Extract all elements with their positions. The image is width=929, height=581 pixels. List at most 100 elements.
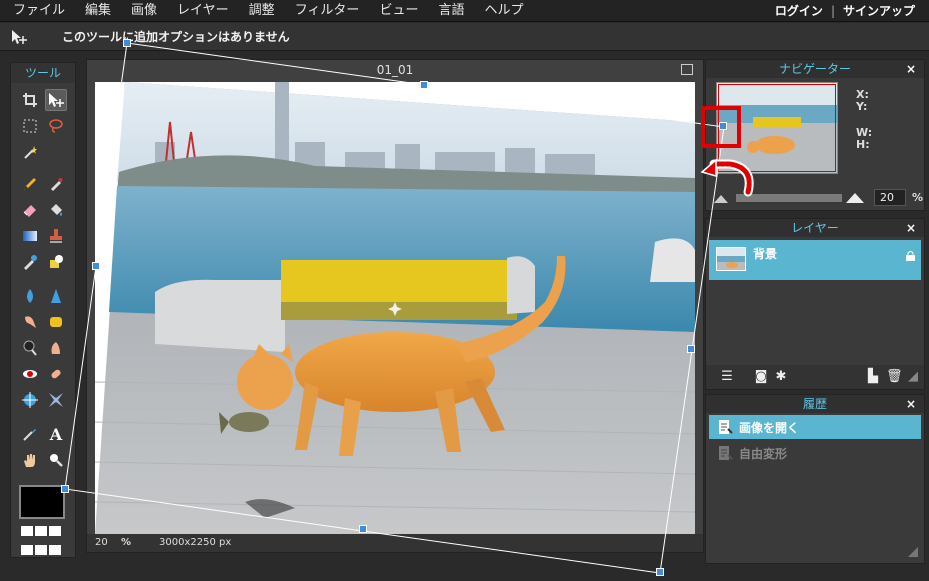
new-layer-icon[interactable]: ▙ bbox=[866, 370, 880, 384]
type-tool-icon[interactable]: A bbox=[45, 423, 67, 445]
login-link[interactable]: ログイン bbox=[771, 0, 827, 22]
layer-thumbnail bbox=[716, 247, 746, 271]
options-message: このツールに追加オプションはありません bbox=[62, 30, 290, 44]
signup-link[interactable]: サインアップ bbox=[839, 0, 919, 22]
menu-language[interactable]: 言語 bbox=[428, 0, 474, 22]
burn-tool-icon[interactable] bbox=[45, 337, 67, 359]
quick-color-grid[interactable] bbox=[21, 523, 67, 561]
menu-image[interactable]: 画像 bbox=[121, 0, 167, 22]
resize-grip-icon[interactable]: ◢ bbox=[906, 370, 920, 384]
dodge-tool-icon[interactable] bbox=[19, 337, 41, 359]
zoom-out-mountain-icon[interactable] bbox=[714, 193, 728, 203]
restore-icon[interactable] bbox=[681, 64, 693, 75]
zoom-in-mountain-icon[interactable] bbox=[846, 191, 864, 203]
transform-handle-bottom-right[interactable] bbox=[656, 568, 664, 576]
menu-filter[interactable]: フィルター bbox=[285, 0, 370, 22]
history-close-icon[interactable]: × bbox=[906, 395, 916, 413]
layers-title: レイヤー bbox=[791, 221, 839, 235]
menu-adjust[interactable]: 調整 bbox=[239, 0, 285, 22]
menu-help[interactable]: ヘルプ bbox=[474, 0, 533, 22]
brush-tool-icon[interactable] bbox=[45, 173, 67, 195]
navigator-panel: ナビゲーター × X: Y: W: H: 20 % bbox=[705, 59, 925, 211]
drawing-tool-icon[interactable] bbox=[45, 251, 67, 273]
marquee-tool-icon[interactable] bbox=[19, 115, 41, 137]
eraser-tool-icon[interactable] bbox=[19, 199, 41, 221]
document-title: 01_01 bbox=[376, 63, 414, 77]
transform-center-icon[interactable] bbox=[388, 302, 402, 316]
gradient-tool-icon[interactable] bbox=[19, 225, 41, 247]
transform-handle-top-left[interactable] bbox=[123, 39, 131, 47]
layer-style-icon[interactable]: ✱ bbox=[774, 370, 788, 384]
resize-grip-icon[interactable] bbox=[908, 547, 918, 557]
status-zoom-value[interactable]: 20 bbox=[95, 537, 108, 548]
navigator-panel-header: ナビゲーター × bbox=[706, 60, 924, 78]
history-document-icon bbox=[719, 446, 733, 460]
transform-handle-bottom-mid[interactable] bbox=[359, 525, 367, 533]
color-replace-tool-icon[interactable] bbox=[19, 251, 41, 273]
smudge-tool-icon[interactable] bbox=[19, 311, 41, 333]
navigator-close-icon[interactable]: × bbox=[906, 60, 916, 78]
account-separator: | bbox=[830, 4, 835, 18]
sharpen-tool-icon[interactable] bbox=[45, 285, 67, 307]
tools-panel: ツール A bbox=[10, 62, 76, 558]
navigator-zoom-unit: % bbox=[912, 191, 924, 204]
nav-y-label: Y: bbox=[856, 100, 868, 113]
tools-panel-title: ツール bbox=[11, 63, 75, 83]
history-item-label: 画像を開く bbox=[739, 421, 800, 435]
navigator-zoom-input[interactable]: 20 bbox=[874, 189, 906, 206]
navigator-zoom-row: 20 % bbox=[714, 188, 923, 206]
move-tool-icon[interactable] bbox=[45, 89, 67, 111]
red-eye-tool-icon[interactable] bbox=[19, 363, 41, 385]
lasso-tool-icon[interactable] bbox=[45, 115, 67, 137]
magic-wand-tool-icon[interactable] bbox=[19, 141, 41, 163]
menu-edit[interactable]: 編集 bbox=[75, 0, 121, 22]
layers-panel-header: レイヤー × bbox=[706, 219, 924, 237]
transform-handle-mid-left[interactable] bbox=[92, 262, 100, 270]
zoom-tool-icon[interactable] bbox=[45, 449, 67, 471]
delete-layer-icon[interactable]: 🗑 bbox=[886, 370, 903, 384]
blur-tool-icon[interactable] bbox=[19, 285, 41, 307]
layer-mask-icon[interactable]: ◙ bbox=[754, 370, 768, 384]
pencil-tool-icon[interactable] bbox=[19, 173, 41, 195]
transform-handle-top-mid[interactable] bbox=[420, 81, 428, 89]
foreground-color-swatch[interactable] bbox=[19, 485, 65, 519]
hand-tool-icon[interactable] bbox=[19, 449, 41, 471]
history-panel: 履歴 × 画像を開く 自由変形 bbox=[705, 394, 925, 564]
navigator-zoom-slider[interactable] bbox=[736, 194, 842, 202]
layers-footer: ☰ ◙ ✱ ▙ 🗑 ◢ bbox=[706, 365, 924, 389]
transform-handle-mid-right[interactable] bbox=[687, 345, 695, 353]
status-zoom-unit: % bbox=[121, 537, 132, 548]
transform-handle-top-right[interactable] bbox=[719, 122, 727, 130]
document-status-bar: 20 % 3000x2250 px bbox=[87, 534, 703, 552]
history-item-label: 自由変形 bbox=[739, 447, 788, 461]
menu-file[interactable]: ファイル bbox=[0, 0, 75, 22]
pinch-tool-icon[interactable] bbox=[45, 389, 67, 411]
nav-h-label: H: bbox=[856, 138, 870, 151]
bloat-tool-icon[interactable] bbox=[19, 389, 41, 411]
layer-row-background[interactable]: 背景 bbox=[709, 240, 921, 280]
navigator-view-box[interactable] bbox=[718, 84, 836, 172]
color-picker-tool-icon[interactable] bbox=[19, 423, 41, 445]
history-document-icon bbox=[719, 420, 733, 434]
history-item-open-image[interactable]: 画像を開く bbox=[709, 415, 921, 439]
crop-tool-icon[interactable] bbox=[19, 89, 41, 111]
layer-settings-icon[interactable]: ☰ bbox=[720, 370, 734, 384]
layers-close-icon[interactable]: × bbox=[906, 219, 916, 237]
history-panel-header: 履歴 × bbox=[706, 395, 924, 413]
clone-stamp-tool-icon[interactable] bbox=[45, 225, 67, 247]
menu-bar: ファイル 編集 画像 レイヤー 調整 フィルター ビュー 言語 ヘルプ ログイン… bbox=[0, 0, 929, 22]
paint-bucket-tool-icon[interactable] bbox=[45, 199, 67, 221]
options-bar: このツールに追加オプションはありません bbox=[0, 23, 929, 51]
account-links: ログイン | サインアップ bbox=[771, 0, 919, 22]
move-tool-icon bbox=[12, 30, 27, 44]
transform-handle-bottom-left[interactable] bbox=[61, 485, 69, 493]
menu-layer[interactable]: レイヤー bbox=[167, 0, 239, 22]
layers-panel: レイヤー × 背景 ☰ ◙ ✱ ▙ 🗑 ◢ bbox=[705, 218, 925, 390]
navigator-title: ナビゲーター bbox=[778, 62, 851, 76]
menu-view[interactable]: ビュー bbox=[369, 0, 428, 22]
sponge-tool-icon[interactable] bbox=[45, 311, 67, 333]
history-title: 履歴 bbox=[802, 397, 827, 411]
spot-heal-tool-icon[interactable] bbox=[45, 363, 67, 385]
layer-name: 背景 bbox=[753, 247, 778, 261]
history-item-free-transform[interactable]: 自由変形 bbox=[709, 441, 921, 465]
